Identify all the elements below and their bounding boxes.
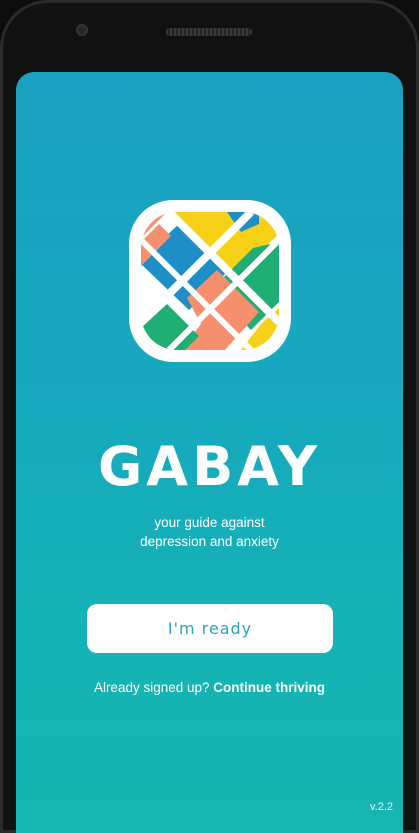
- logo-weave-svg: [141, 212, 279, 350]
- speaker-grille: [166, 28, 252, 36]
- tagline-line-2: depression and anxiety: [140, 534, 279, 549]
- gabay-logo-icon: [129, 200, 291, 362]
- app-tagline: your guide against depression and anxiet…: [16, 513, 403, 551]
- app-screen: GABAY your guide against depression and …: [16, 72, 403, 833]
- ready-button[interactable]: I'm ready: [87, 604, 333, 653]
- device-frame: GABAY your guide against depression and …: [0, 0, 419, 833]
- version-label: v.2.2: [369, 801, 393, 813]
- signin-prompt: Already signed up? Continue thriving: [16, 680, 403, 695]
- app-title: GABAY: [97, 435, 321, 498]
- tagline-line-1: your guide against: [154, 515, 265, 530]
- continue-thriving-link[interactable]: Continue thriving: [213, 680, 325, 695]
- signin-prefix: Already signed up?: [93, 680, 210, 695]
- logo-weave: [141, 212, 279, 350]
- camera-icon: [76, 24, 88, 36]
